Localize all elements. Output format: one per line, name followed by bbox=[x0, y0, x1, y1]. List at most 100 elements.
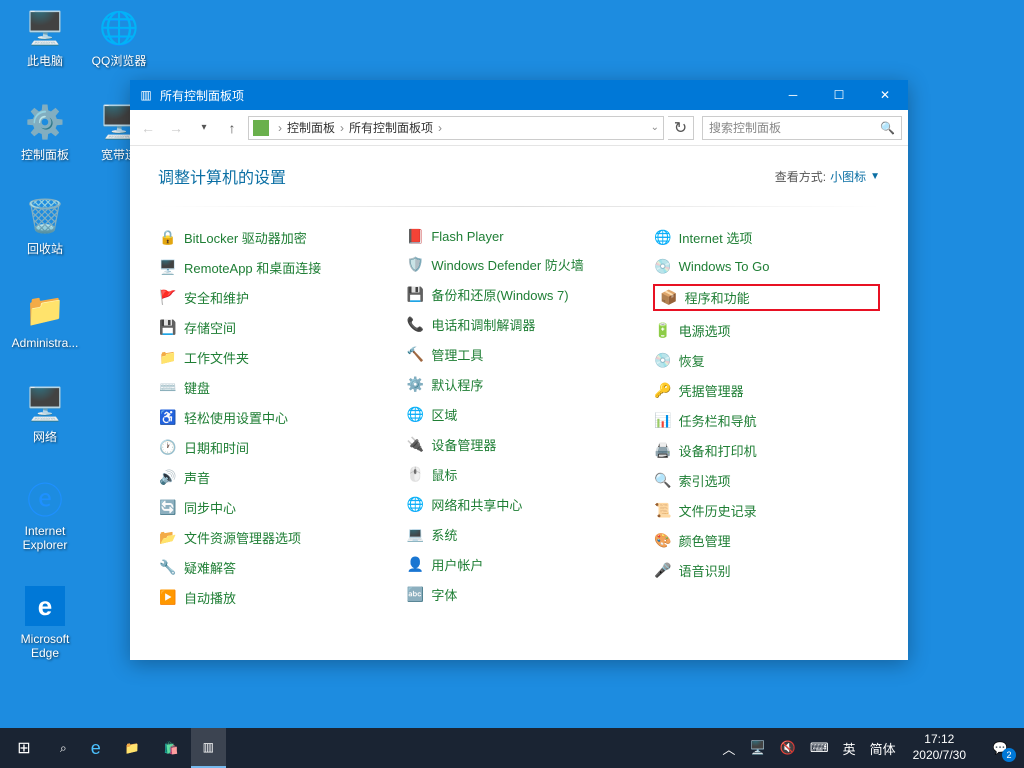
icon-label: Administra... bbox=[8, 336, 82, 350]
desktop-icon[interactable]: Administra... bbox=[8, 288, 82, 350]
item-label: 电源选项 bbox=[679, 321, 731, 340]
desktop-icon[interactable]: 网络 bbox=[8, 382, 82, 444]
maximize-button[interactable]: ☐ bbox=[816, 80, 862, 110]
control-panel-item[interactable]: 📕Flash Player bbox=[405, 227, 632, 245]
item-label: 自动播放 bbox=[184, 588, 236, 607]
close-button[interactable]: ✕ bbox=[862, 80, 908, 110]
item-label: 索引选项 bbox=[679, 471, 731, 490]
control-panel-item[interactable]: 🎨颜色管理 bbox=[653, 530, 880, 551]
tray-overflow-icon[interactable]: ︿ bbox=[715, 728, 742, 768]
nav-dropdown-icon[interactable]: ▾ bbox=[192, 116, 216, 140]
nav-forward-button[interactable]: → bbox=[164, 116, 188, 140]
item-label: 任务栏和导航 bbox=[679, 411, 757, 430]
control-panel-item[interactable]: 🔌设备管理器 bbox=[405, 434, 632, 455]
action-center-button[interactable]: 💬2 bbox=[976, 728, 1024, 768]
item-label: 同步中心 bbox=[184, 498, 236, 517]
taskbar-explorer-icon[interactable]: 📁 bbox=[113, 728, 152, 768]
control-panel-item[interactable]: ⌨️键盘 bbox=[158, 377, 385, 398]
app-icon bbox=[23, 194, 67, 238]
desktop-icon[interactable]: QQ浏览器 bbox=[82, 6, 156, 68]
control-panel-item[interactable]: 🔨管理工具 bbox=[405, 344, 632, 365]
taskbar-store-icon[interactable]: 🛍️ bbox=[152, 728, 191, 768]
control-panel-item[interactable]: 🔄同步中心 bbox=[158, 497, 385, 518]
item-label: 电话和调制解调器 bbox=[431, 315, 535, 334]
item-label: 声音 bbox=[184, 468, 210, 487]
control-panel-item[interactable]: 🌐网络和共享中心 bbox=[405, 494, 632, 515]
content-area: 调整计算机的设置 查看方式: 小图标 ▼ 🔒BitLocker 驱动器加密🖥️R… bbox=[130, 146, 908, 660]
control-panel-item[interactable]: 💿Windows To Go bbox=[653, 257, 880, 275]
control-panel-item[interactable]: 🌐Internet 选项 bbox=[653, 227, 880, 248]
control-panel-item[interactable]: 🔤字体 bbox=[405, 584, 632, 605]
desktop-icon[interactable]: 此电脑 bbox=[8, 6, 82, 68]
item-label: 存储空间 bbox=[184, 318, 236, 337]
control-panel-item[interactable]: 📦程序和功能 bbox=[653, 284, 880, 311]
tray-volume-icon[interactable]: 🔇 bbox=[773, 728, 803, 768]
item-label: 设备和打印机 bbox=[679, 441, 757, 460]
control-panel-item[interactable]: 🎤语音识别 bbox=[653, 560, 880, 581]
control-panel-item[interactable]: 🌐区域 bbox=[405, 404, 632, 425]
control-panel-item[interactable]: 🖱️鼠标 bbox=[405, 464, 632, 485]
item-label: 设备管理器 bbox=[431, 435, 496, 454]
control-panel-item[interactable]: 🔧疑难解答 bbox=[158, 557, 385, 578]
taskbar-control-panel-icon[interactable]: ▥ bbox=[191, 728, 226, 768]
control-panel-item[interactable]: 💻系统 bbox=[405, 524, 632, 545]
control-panel-item[interactable]: 🛡️Windows Defender 防火墙 bbox=[405, 254, 632, 275]
item-label: BitLocker 驱动器加密 bbox=[184, 228, 307, 247]
minimize-button[interactable]: ─ bbox=[770, 80, 816, 110]
control-panel-item[interactable]: 🔍索引选项 bbox=[653, 470, 880, 491]
control-panel-item[interactable]: 🔑凭据管理器 bbox=[653, 380, 880, 401]
control-panel-item[interactable]: 🖥️RemoteApp 和桌面连接 bbox=[158, 257, 385, 278]
item-icon: 🖥️ bbox=[160, 260, 176, 276]
control-panel-item[interactable]: 📊任务栏和导航 bbox=[653, 410, 880, 431]
chevron-down-icon: ▼ bbox=[870, 171, 880, 182]
item-label: 文件历史记录 bbox=[679, 501, 757, 520]
tray-ime-mode[interactable]: 简体 bbox=[863, 728, 903, 768]
tray-keyboard-icon[interactable]: ⌨ bbox=[803, 728, 836, 768]
control-panel-item[interactable]: 💿恢复 bbox=[653, 350, 880, 371]
control-panel-item[interactable]: ⚙️默认程序 bbox=[405, 374, 632, 395]
control-panel-item[interactable]: 🚩安全和维护 bbox=[158, 287, 385, 308]
refresh-button[interactable]: ↻ bbox=[668, 116, 694, 140]
nav-up-button[interactable]: ↑ bbox=[220, 116, 244, 140]
breadcrumb[interactable]: 控制面板 bbox=[287, 119, 335, 136]
control-panel-item[interactable]: 👤用户帐户 bbox=[405, 554, 632, 575]
item-label: 网络和共享中心 bbox=[431, 495, 522, 514]
nav-back-button[interactable]: ← bbox=[136, 116, 160, 140]
control-panel-item[interactable]: 💾备份和还原(Windows 7) bbox=[405, 284, 632, 305]
taskbar-clock[interactable]: 17:12 2020/7/30 bbox=[903, 732, 976, 763]
icon-label: QQ浏览器 bbox=[82, 54, 156, 68]
control-panel-item[interactable]: 💾存储空间 bbox=[158, 317, 385, 338]
clock-time: 17:12 bbox=[913, 732, 966, 748]
control-panel-item[interactable]: 🕐日期和时间 bbox=[158, 437, 385, 458]
desktop-icon[interactable]: 回收站 bbox=[8, 194, 82, 256]
desktop-icon[interactable]: Microsoft Edge bbox=[8, 584, 82, 661]
item-label: 轻松使用设置中心 bbox=[184, 408, 288, 427]
tray-ime-lang[interactable]: 英 bbox=[836, 728, 863, 768]
breadcrumb[interactable]: 所有控制面板项 bbox=[349, 119, 433, 136]
taskbar-edge-icon[interactable]: e bbox=[79, 728, 113, 768]
control-panel-item[interactable]: 🔋电源选项 bbox=[653, 320, 880, 341]
tray-network-icon[interactable]: 🖥️ bbox=[742, 728, 772, 768]
titlebar[interactable]: ▥ 所有控制面板项 ─ ☐ ✕ bbox=[130, 80, 908, 110]
control-panel-item[interactable]: 🔊声音 bbox=[158, 467, 385, 488]
view-by-value[interactable]: 小图标 bbox=[830, 168, 866, 185]
control-panel-item[interactable]: 🖨️设备和打印机 bbox=[653, 440, 880, 461]
desktop-icon[interactable]: 控制面板 bbox=[8, 100, 82, 162]
view-by-control[interactable]: 查看方式: 小图标 ▼ bbox=[775, 168, 880, 185]
control-panel-item[interactable]: ♿轻松使用设置中心 bbox=[158, 407, 385, 428]
control-panel-item[interactable]: 📂文件资源管理器选项 bbox=[158, 527, 385, 548]
icon-label: 控制面板 bbox=[8, 148, 82, 162]
control-panel-item[interactable]: 📜文件历史记录 bbox=[653, 500, 880, 521]
control-panel-item[interactable]: 📞电话和调制解调器 bbox=[405, 314, 632, 335]
control-panel-item[interactable]: 📁工作文件夹 bbox=[158, 347, 385, 368]
control-panel-item[interactable]: 🔒BitLocker 驱动器加密 bbox=[158, 227, 385, 248]
item-label: Internet 选项 bbox=[679, 228, 753, 247]
search-input[interactable]: 搜索控制面板 🔍 bbox=[702, 116, 902, 140]
address-bar[interactable]: › 控制面板 › 所有控制面板项 › ⌄ bbox=[248, 116, 664, 140]
search-button[interactable]: ⌕ bbox=[48, 728, 79, 768]
desktop-icon[interactable]: Internet Explorer bbox=[8, 476, 82, 553]
start-button[interactable]: ⊞ bbox=[0, 728, 48, 768]
control-panel-item[interactable]: ▶️自动播放 bbox=[158, 587, 385, 608]
chevron-down-icon[interactable]: ⌄ bbox=[651, 122, 659, 133]
item-icon: 🔤 bbox=[407, 587, 423, 603]
